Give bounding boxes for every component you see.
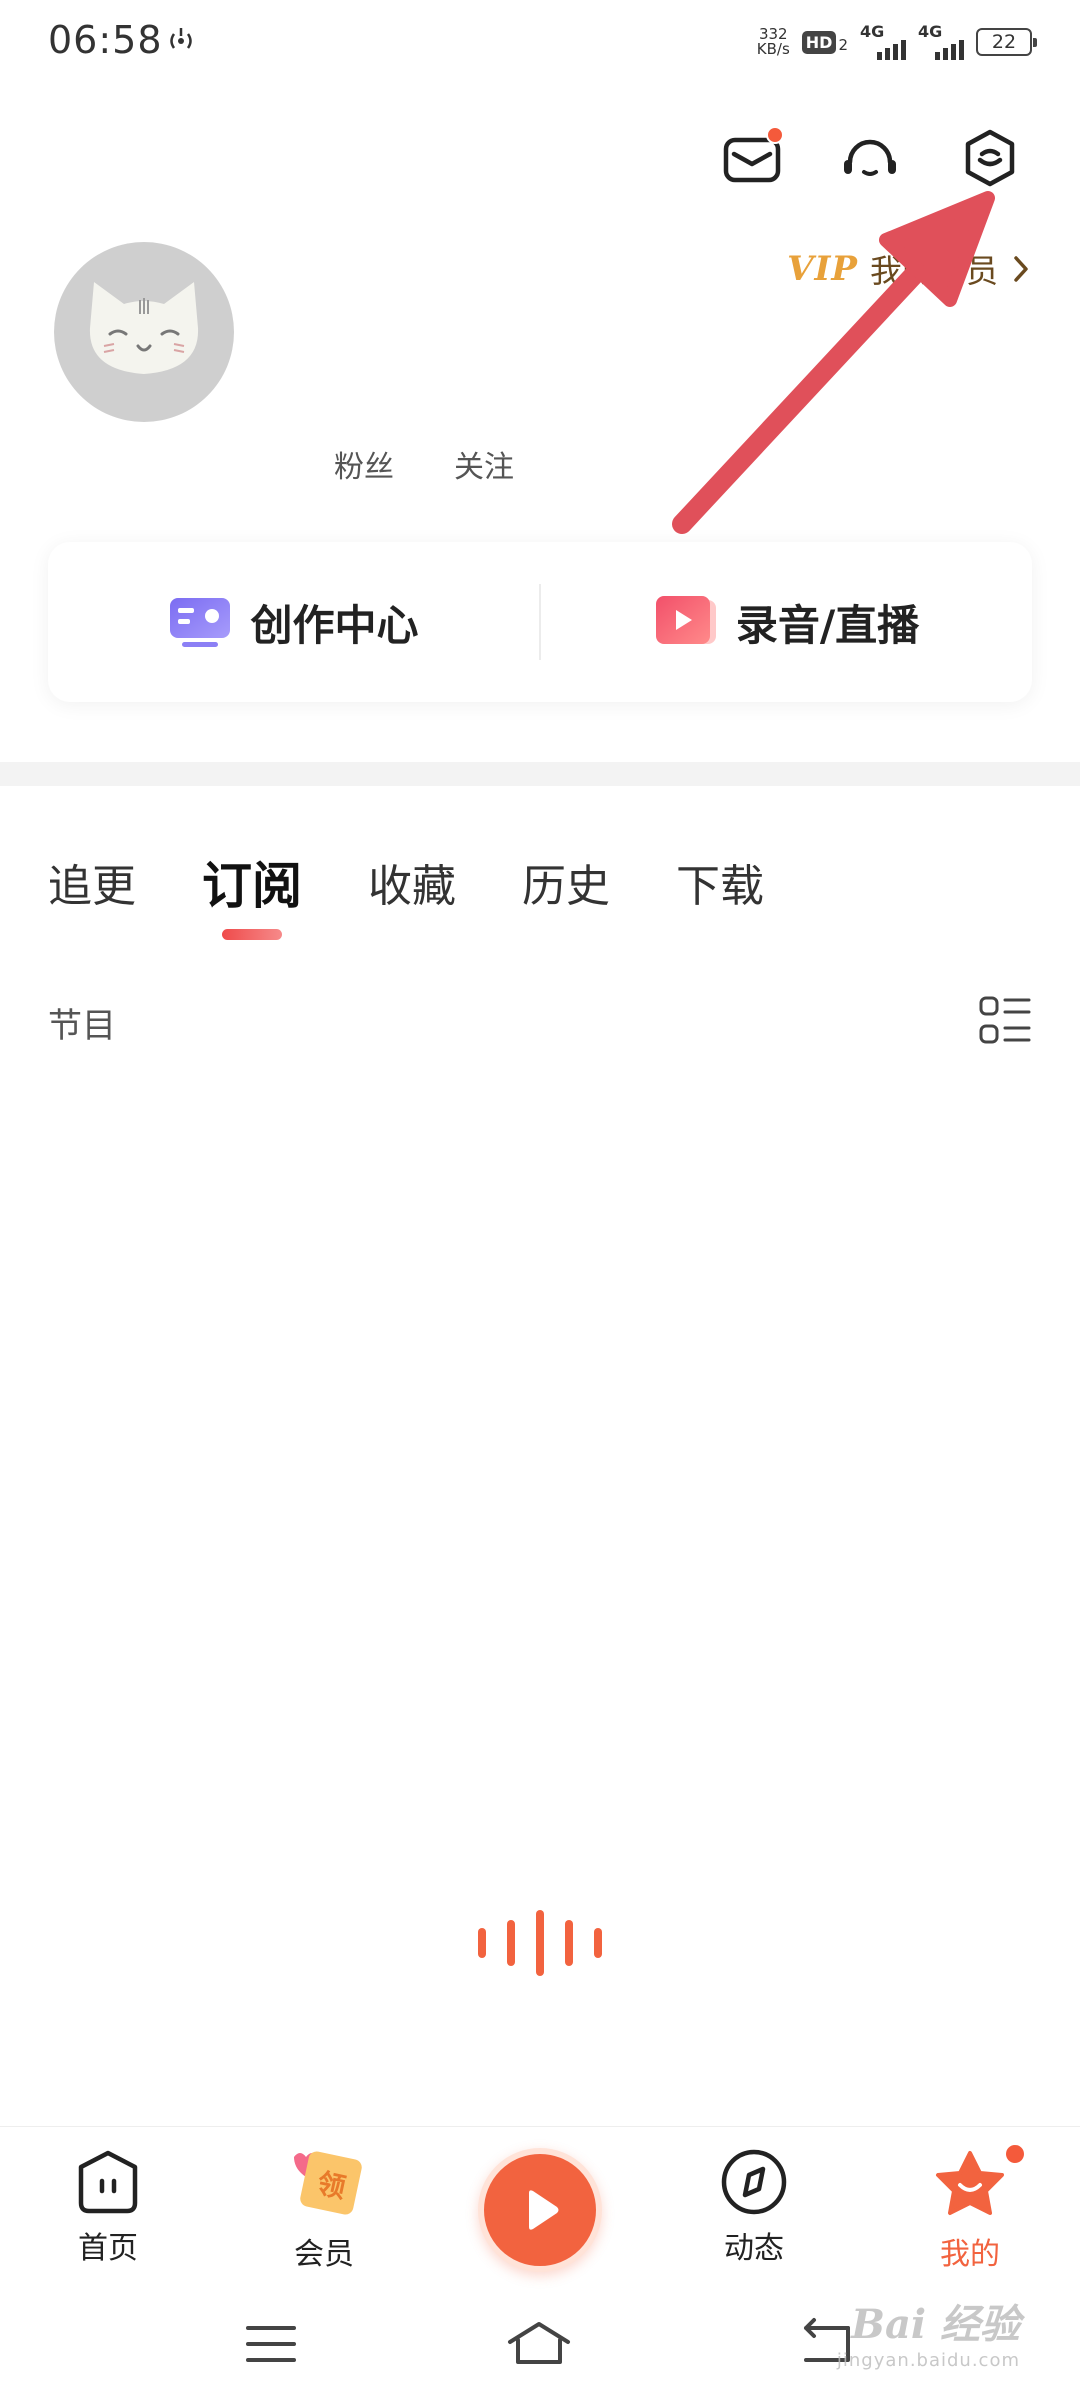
customer-service-button[interactable] [838, 126, 902, 190]
mail-badge [766, 126, 784, 144]
hd-sub: 2 [838, 35, 848, 54]
status-right: 332 KB/s HD 2 4G 4G 22 [757, 22, 1037, 62]
list-view-icon [979, 996, 1031, 1044]
nav-feed-label: 动态 [724, 2231, 784, 2266]
vip-membership-link[interactable]: VIP 我的会员 [787, 246, 1032, 292]
nav-mine-badge [1004, 2143, 1026, 2165]
tab-favorites[interactable]: 收藏 [368, 850, 456, 914]
list-view-toggle[interactable] [978, 994, 1032, 1048]
tab-subscriptions[interactable]: 订阅 [202, 846, 302, 918]
star-profile-icon [936, 2151, 1004, 2215]
section-separator [0, 762, 1080, 786]
watermark: Bai 经验 jingyan.baidu.com [837, 2292, 1020, 2371]
tab-updates[interactable]: 追更 [48, 850, 136, 914]
signal-icon-1: 4G [860, 22, 906, 60]
nav-mine[interactable]: 我的 [900, 2143, 1040, 2273]
settings-button[interactable] [958, 126, 1022, 190]
social-stats: 粉丝 关注 [334, 442, 514, 486]
nav-mine-label: 我的 [940, 2237, 1000, 2272]
loading-wave-icon [478, 1908, 602, 1978]
mail-button[interactable] [720, 126, 784, 190]
fans-link[interactable]: 粉丝 [334, 442, 394, 486]
nav-home-label: 首页 [78, 2231, 138, 2266]
settings-icon [965, 129, 1015, 187]
battery-icon: 22 [976, 28, 1037, 56]
home-icon [78, 2150, 138, 2214]
record-live-label: 录音/直播 [735, 600, 920, 650]
player-button[interactable] [478, 2148, 602, 2272]
tab-history[interactable]: 历史 [522, 850, 610, 914]
system-home-icon [508, 2322, 570, 2364]
creation-center-label: 创作中心 [250, 600, 419, 650]
vip-coupon-icon: 领 [294, 2151, 362, 2215]
nav-home[interactable]: 首页 [38, 2147, 178, 2267]
status-time: 06:58 [48, 18, 163, 62]
watermark-sub: jingyan.baidu.com [836, 2350, 1020, 2371]
menu-icon [246, 2326, 296, 2362]
record-live-button[interactable]: 录音/直播 [541, 542, 1032, 702]
status-bar: 06:58 332 KB/s HD 2 4G 4G 22 [0, 0, 1080, 84]
library-tabs: 追更 订阅 收藏 历史 下载 [48, 846, 764, 918]
headset-icon [844, 139, 896, 176]
nav-feed[interactable]: 动态 [684, 2147, 824, 2267]
signal-icon-2: 4G [918, 22, 964, 60]
vip-logo: VIP [787, 249, 858, 289]
creator-action-card: 创作中心 录音/直播 [48, 542, 1032, 702]
record-live-icon [655, 596, 716, 644]
nav-vip[interactable]: 领 会员 [254, 2147, 394, 2273]
system-home-button[interactable] [504, 2314, 574, 2374]
battery-level: 22 [991, 31, 1017, 53]
creation-center-icon [170, 598, 231, 647]
play-icon [529, 2190, 559, 2230]
signal-2-label: 4G [918, 22, 943, 41]
cat-avatar-icon [89, 282, 199, 374]
system-menu-button[interactable] [236, 2314, 306, 2374]
chevron-right-icon [1014, 256, 1028, 282]
network-speed-unit: KB/s [756, 40, 790, 58]
signal-1-label: 4G [860, 22, 885, 41]
tab-downloads[interactable]: 下载 [676, 850, 764, 914]
following-link[interactable]: 关注 [454, 442, 514, 486]
hd-label: HD [801, 30, 837, 54]
compass-icon [721, 2149, 787, 2215]
vip-text: 我的会员 [869, 252, 998, 290]
watermark-main: Bai 经验 [851, 2301, 1020, 2348]
hotspot-icon [164, 24, 198, 62]
avatar[interactable] [54, 242, 234, 422]
creation-center-button[interactable]: 创作中心 [48, 542, 539, 702]
programs-label: 节目 [48, 1006, 116, 1046]
hd-voice-icon: HD 2 [801, 30, 848, 54]
nav-vip-label: 会员 [294, 2237, 354, 2272]
network-speed: 332 KB/s [757, 27, 790, 57]
